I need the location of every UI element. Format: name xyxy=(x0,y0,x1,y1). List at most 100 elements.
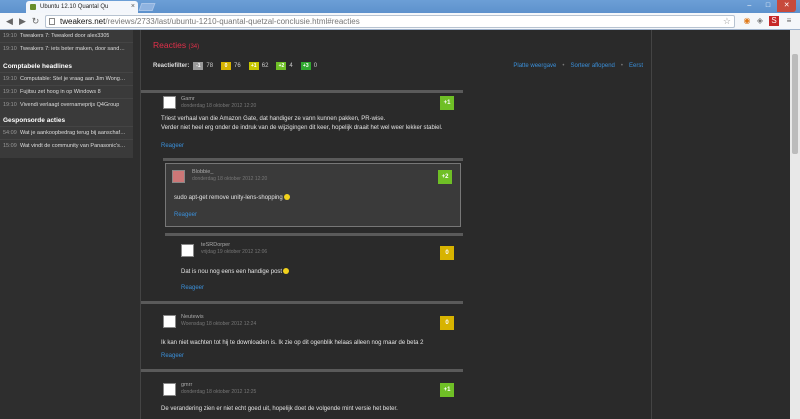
comment-timestamp: vrijdag 19 oktober 2012 12:06 xyxy=(201,249,268,255)
comment-author[interactable]: Blobbie_ xyxy=(192,169,213,175)
avatar[interactable] xyxy=(172,170,185,183)
close-tab-icon[interactable]: × xyxy=(131,1,135,13)
reply-link[interactable]: Reageer xyxy=(161,143,184,149)
reply-link[interactable]: Reageer xyxy=(161,353,184,359)
sidebar-row[interactable]: 15:09 Wat vindt de community van Panason… xyxy=(0,139,133,152)
row-link[interactable]: Wat vindt de community van Panasonic's… xyxy=(20,143,125,149)
reaction-count: (34) xyxy=(188,44,200,50)
comment-timestamp: donderdag 18 oktober 2012 12:20 xyxy=(181,103,257,109)
favicon-icon xyxy=(30,4,36,10)
filter-count: 76 xyxy=(234,63,241,69)
view-options: Platte weergave • Sorteer aflopend • Eer… xyxy=(513,63,643,69)
comment-body: sudo apt-get remove unity-lens-shopping xyxy=(174,194,290,203)
scrollbar[interactable] xyxy=(790,30,800,419)
score-badge[interactable]: 0 xyxy=(440,246,454,260)
comment-author[interactable]: Gamr xyxy=(181,96,195,102)
comment-author[interactable]: gmrr xyxy=(181,382,192,388)
avatar[interactable] xyxy=(163,315,176,328)
bookmark-star-icon[interactable]: ☆ xyxy=(723,16,731,27)
maximize-button[interactable]: □ xyxy=(759,0,778,12)
sort-desc-link[interactable]: Sorteer aflopend xyxy=(571,63,615,69)
comment: gmrr donderdag 18 oktober 2012 12:25 +1 … xyxy=(141,372,653,419)
row-link[interactable]: Vivendi verlaagt overnameprijs Q4Group xyxy=(20,102,119,108)
section-title-headlines: Comptabele headlines xyxy=(3,63,72,70)
comment: Gamr donderdag 18 oktober 2012 12:20 +1 … xyxy=(141,93,653,153)
new-tab-button[interactable] xyxy=(138,3,156,11)
filter-chip-plus3[interactable]: +3 xyxy=(300,62,311,70)
row-link[interactable]: Fujitsu zet hoog in op Windows 8 xyxy=(20,89,101,95)
reply-link[interactable]: Reageer xyxy=(174,212,197,218)
avatar[interactable] xyxy=(163,383,176,396)
avatar[interactable] xyxy=(163,96,176,109)
comment-text: Ik kan niet wachten tot hij te downloade… xyxy=(161,340,424,346)
comment: Blobbie_ donderdag 18 oktober 2012 12:20… xyxy=(166,164,462,228)
row-link[interactable]: Tweakers 7: Tweaked door alex3305 xyxy=(20,33,109,39)
separator-dot: • xyxy=(620,63,623,69)
filter-chip-0[interactable]: 0 xyxy=(221,62,232,70)
tab-title: Ubuntu 12.10 Quantal Qu xyxy=(40,4,109,10)
comments-section: Reacties (34) Reactiefilter: -1 78 0 76 +1… xyxy=(140,30,652,419)
filter-chip-plus1[interactable]: +1 xyxy=(248,62,259,70)
row-date: 19:10 xyxy=(3,46,17,52)
comment-timestamp: donderdag 18 oktober 2012 12:25 xyxy=(181,389,257,395)
comment-author[interactable]: teSRDorper xyxy=(201,242,230,248)
page-viewport: 19:10 Tweakers 7: Tweaked door alex3305 … xyxy=(0,30,800,419)
sidebar-row[interactable]: 19:10 Computable: Stel je vraag aan Jim … xyxy=(0,72,133,85)
row-date: 54:09 xyxy=(3,130,17,136)
score-badge[interactable]: +1 xyxy=(440,383,454,397)
comment-body: Dat is nou nog eens een handige post xyxy=(181,268,290,277)
reactions-heading: Reacties (34) xyxy=(153,40,199,50)
sidebar-row[interactable]: 19:10 Fujitsu zet hoog in op Windows 8 xyxy=(0,85,133,98)
filter-count: 0 xyxy=(313,63,318,69)
page-icon xyxy=(49,18,55,25)
sidebar-row[interactable]: 19:10 Tweakers 7: Tweaked door alex3305 xyxy=(0,30,133,42)
wrench-menu-icon[interactable]: ≡ xyxy=(784,16,794,26)
comment-timestamp: donderdag 18 oktober 2012 12:20 xyxy=(192,176,268,182)
filter-chip-minus1[interactable]: -1 xyxy=(193,62,204,70)
back-icon[interactable]: ◀ xyxy=(4,16,15,27)
browser-tab[interactable]: Ubuntu 12.10 Quantal Qu × xyxy=(26,1,138,13)
score-badge[interactable]: 0 xyxy=(440,316,454,330)
reaction-filter-bar: Reactiefilter: -1 78 0 76 +1 62 +2 4 +3 0 Pla… xyxy=(153,60,643,72)
browser-toolbar: ◀ ▶ ↻ tweakers.net/reviews/2733/last/ubu… xyxy=(0,13,800,30)
extension-icon[interactable]: ◈ xyxy=(755,16,765,26)
reload-icon[interactable]: ↻ xyxy=(30,16,41,27)
comment-text: Triest verhaal van die Amazon Gate, dat … xyxy=(161,116,386,122)
separator-dot: • xyxy=(562,63,565,69)
sidebar-row[interactable]: 19:10 Tweakers 7: iets beter maken, door… xyxy=(0,42,133,55)
rss-extension-icon[interactable]: ◉ xyxy=(742,16,752,26)
comment-highlight: Blobbie_ donderdag 18 oktober 2012 12:20… xyxy=(165,163,461,227)
filter-chip-plus2[interactable]: +2 xyxy=(276,62,287,70)
sidebar-row[interactable]: 54:09 Wat je aankoopbedrag terug bij aan… xyxy=(0,126,133,139)
reply-link[interactable]: Reageer xyxy=(181,285,204,291)
scrollbar-thumb[interactable] xyxy=(792,54,798,154)
comment-divider xyxy=(163,158,463,161)
comment-timestamp: Woensdag 18 oktober 2012 12:24 xyxy=(181,321,257,327)
row-date: 15:09 xyxy=(3,143,17,149)
row-link[interactable]: Wat je aankoopbedrag terug bij aanschaf… xyxy=(20,130,126,136)
heading-text: Reacties xyxy=(153,40,187,50)
section-title-sponsored: Gesponsorde acties xyxy=(3,117,66,124)
address-bar[interactable]: tweakers.net/reviews/2733/last/ubuntu-12… xyxy=(45,15,735,28)
right-gutter xyxy=(652,30,800,419)
comment-text: Verder niet heel erg onder de indruk van… xyxy=(161,125,443,131)
row-link[interactable]: Tweakers 7: iets beter maken, door sand… xyxy=(20,46,125,52)
row-link[interactable]: Computable: Stel je vraag aan Jim Wong… xyxy=(20,76,125,82)
avatar[interactable] xyxy=(181,244,194,257)
window-controls: – □ ✕ xyxy=(740,0,797,12)
comment: teSRDorper vrijdag 19 oktober 2012 12:06… xyxy=(165,236,463,296)
close-window-button[interactable]: ✕ xyxy=(777,0,797,12)
forward-icon[interactable]: ▶ xyxy=(17,16,28,27)
comment-author[interactable]: Neutewis xyxy=(181,314,204,320)
filter-label: Reactiefilter: xyxy=(153,63,190,69)
comment-text: sudo apt-get remove unity-lens-shopping xyxy=(174,195,283,201)
sidebar-row[interactable]: 19:10 Vivendi verlaagt overnameprijs Q4G… xyxy=(0,98,133,111)
first-link[interactable]: Eerst xyxy=(629,63,643,69)
flat-view-link[interactable]: Platte weergave xyxy=(513,63,556,69)
minimize-button[interactable]: – xyxy=(740,0,759,12)
score-badge[interactable]: +2 xyxy=(438,170,452,184)
s-extension-icon[interactable]: S xyxy=(769,16,779,26)
row-date: 19:10 xyxy=(3,89,17,95)
filter-count: 4 xyxy=(289,63,293,69)
score-badge[interactable]: +1 xyxy=(440,96,454,110)
